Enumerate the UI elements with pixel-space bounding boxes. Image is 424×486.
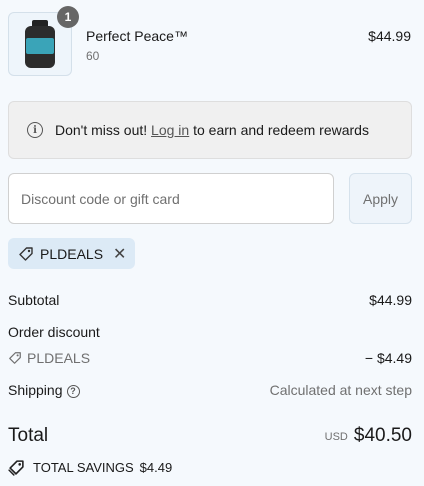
- discount-code-input[interactable]: [8, 173, 334, 224]
- applied-discount-chip: PLDEALS ✕: [8, 238, 135, 269]
- login-link[interactable]: Log in: [151, 122, 189, 138]
- tag-icon: [9, 352, 21, 364]
- rewards-prefix: Don't miss out!: [55, 122, 148, 138]
- shipping-value: Calculated at next step: [269, 382, 412, 398]
- tag-icon: [19, 246, 33, 261]
- savings-label: TOTAL SAVINGS: [33, 460, 134, 475]
- savings-value: $4.49: [139, 460, 173, 475]
- apply-button[interactable]: Apply: [349, 173, 412, 224]
- total-savings: TOTAL SAVINGS $4.49: [8, 459, 172, 476]
- discount-code-name: PLDEALS: [27, 350, 91, 366]
- order-discount-label: Order discount: [8, 324, 100, 340]
- question-mark-icon[interactable]: ?: [66, 384, 80, 398]
- total-value: $40.50: [353, 425, 412, 446]
- subtotal-label: Subtotal: [8, 292, 60, 308]
- order-summary: 1 Perfect Peace™ 60 $44.99 i Don't miss …: [0, 0, 424, 486]
- product-bottle-image: [25, 20, 55, 68]
- info-icon: i: [27, 122, 43, 138]
- total-row: Total USD $40.50: [8, 425, 412, 447]
- subtotal-value: $44.99: [369, 292, 412, 308]
- product-name: Perfect Peace™: [86, 28, 188, 44]
- product-price: $44.99: [368, 28, 411, 44]
- remove-code-close-icon[interactable]: ✕: [113, 244, 126, 264]
- rewards-suffix: to earn and redeem rewards: [193, 122, 369, 138]
- product-variant: 60: [86, 49, 100, 63]
- subtotal-row: Subtotal $44.99: [8, 292, 412, 308]
- total-label: Total: [8, 425, 49, 446]
- order-discount-row: Order discount: [8, 324, 412, 340]
- discount-code-row: PLDEALS − $4.49: [8, 350, 412, 368]
- rewards-banner: i Don't miss out! Log in to earn and red…: [8, 101, 412, 159]
- applied-code-label: PLDEALS: [40, 245, 104, 262]
- quantity-badge: 1: [57, 6, 79, 28]
- shipping-label: Shipping: [8, 382, 63, 398]
- currency-code: USD: [324, 431, 348, 444]
- savings-tag-icon: [8, 460, 24, 476]
- discount-value: − $4.49: [364, 350, 412, 366]
- shipping-row: Shipping? Calculated at next step: [8, 382, 412, 398]
